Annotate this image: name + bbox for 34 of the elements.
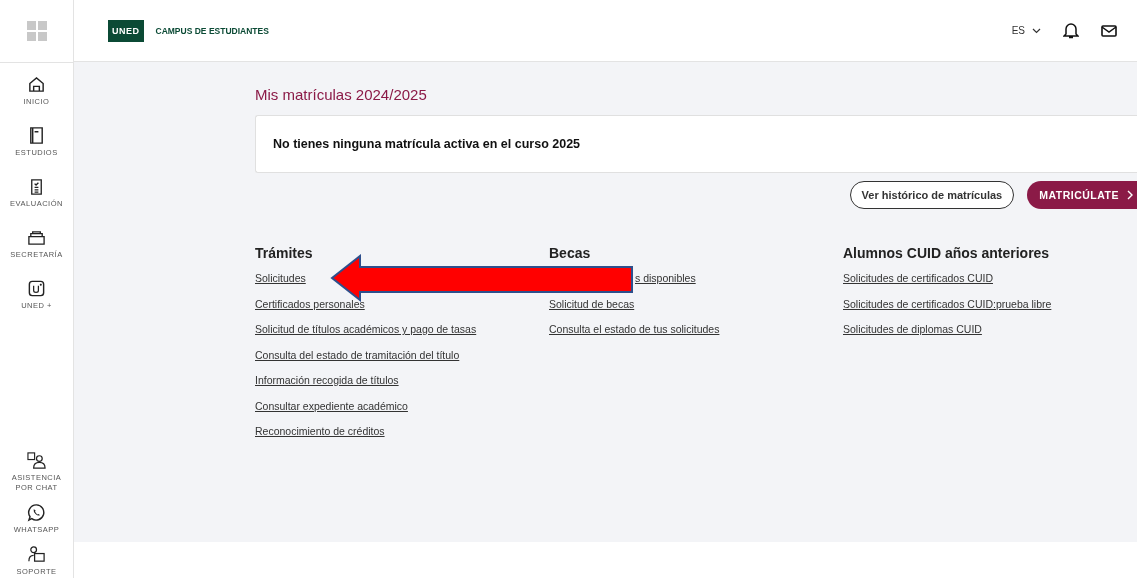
- link[interactable]: Solicitudes de diplomas CUID: [843, 323, 982, 336]
- link[interactable]: Solicitudes de certificados CUID: [843, 272, 993, 285]
- link[interactable]: Solicitudes de certificados CUID:prueba libre: [843, 297, 1052, 311]
- enrollment-title: Mis matrículas 2024/2025: [255, 86, 428, 103]
- support-person-icon[interactable]: [27, 545, 46, 564]
- whatsapp-icon[interactable]: [27, 503, 46, 522]
- chevron-right-icon: [1127, 190, 1133, 200]
- link[interactable]: Consulta el estado de tus solicitudes: [549, 323, 720, 336]
- section-title: Becas: [549, 245, 591, 261]
- history-button[interactable]: Ver histórico de matrículas: [849, 181, 1015, 209]
- section-title: Trámites: [255, 245, 313, 261]
- language-selector[interactable]: ES: [1011, 25, 1041, 36]
- u-plus-icon[interactable]: [27, 279, 46, 298]
- section-title: Alumnos CUID años anteriores: [843, 245, 1050, 261]
- tray-icon[interactable]: [27, 228, 46, 247]
- home-icon[interactable]: [27, 75, 46, 94]
- site-title: CAMPUS DE ESTUDIANTES: [155, 25, 269, 36]
- chat-person-icon[interactable]: [27, 451, 46, 470]
- link[interactable]: Solicitudes: [255, 272, 306, 285]
- chevron-down-icon: [1032, 27, 1041, 34]
- link[interactable]: Consultar expediente académico: [255, 399, 408, 413]
- link[interactable]: Información recogida de títulos: [255, 374, 399, 387]
- enrollment-message: No tienes ninguna matrícula activa en el curso 2025: [273, 137, 581, 151]
- notifications-bell-icon[interactable]: [1063, 22, 1079, 39]
- link[interactable]: Certificados personales: [255, 297, 365, 311]
- link[interactable]: Solicitud de becas: [549, 297, 635, 311]
- link[interactable]: s disponibles: [635, 272, 696, 285]
- enroll-button[interactable]: MATRICÚLATE: [1027, 181, 1137, 209]
- link[interactable]: Consulta del estado de tramitación del título: [255, 348, 460, 362]
- link[interactable]: Solicitud de títulos académicos y pago de tasas: [255, 323, 477, 336]
- book-icon[interactable]: [27, 126, 46, 145]
- uned-logo[interactable]: UNED: [108, 19, 144, 42]
- link[interactable]: Reconocimiento de créditos: [255, 425, 385, 438]
- mail-icon[interactable]: [1101, 24, 1117, 37]
